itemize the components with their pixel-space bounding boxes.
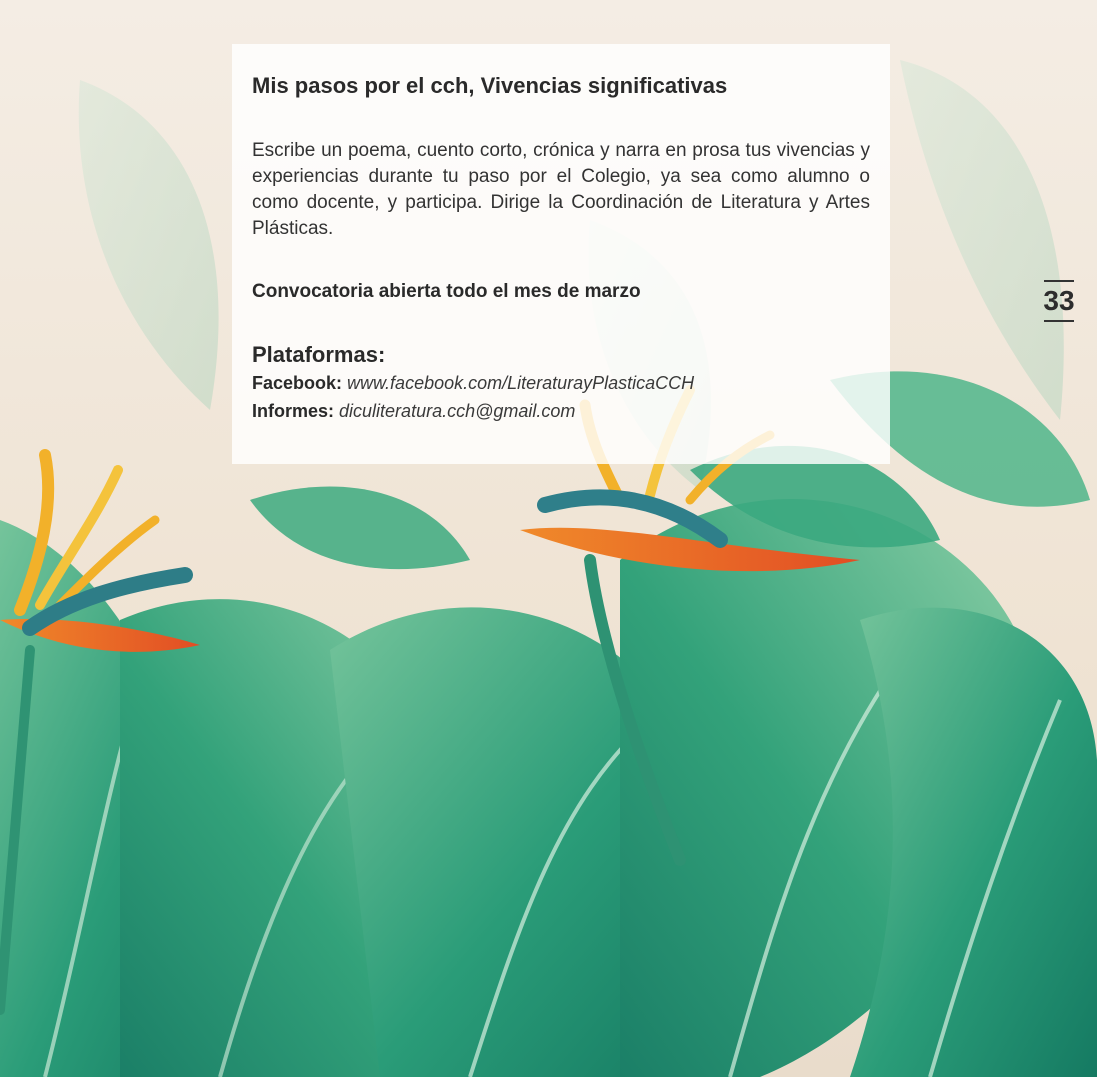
informes-row: Informes: diculiteratura.cch@gmail.com [252, 398, 870, 424]
page-number-top-rule [1044, 280, 1074, 282]
page-number-bottom-rule [1044, 320, 1074, 322]
facebook-link[interactable]: www.facebook.com/LiteraturayPlasticaCCH [347, 373, 694, 393]
email-link[interactable]: diculiteratura.cch@gmail.com [339, 401, 575, 421]
article-body: Escribe un poema, cuento corto, crónica … [252, 140, 870, 239]
article-title: Mis pasos por el cch, Vivencias signific… [252, 73, 728, 98]
page: Mis pasos por el cch, Vivencias signific… [0, 0, 1097, 1077]
main-leaves [0, 371, 1097, 1077]
platforms-heading: Plataformas: [252, 342, 386, 367]
informes-label: Informes: [252, 401, 335, 421]
facebook-row: Facebook: www.facebook.com/LiteraturayPl… [252, 370, 870, 396]
info-card: Mis pasos por el cch, Vivencias signific… [232, 44, 890, 464]
page-number-block: 33 [1041, 280, 1077, 322]
open-call-text: Convocatoria abierta todo el mes de marz… [252, 281, 641, 302]
page-number: 33 [1043, 285, 1075, 316]
facebook-label: Facebook: [252, 373, 343, 393]
